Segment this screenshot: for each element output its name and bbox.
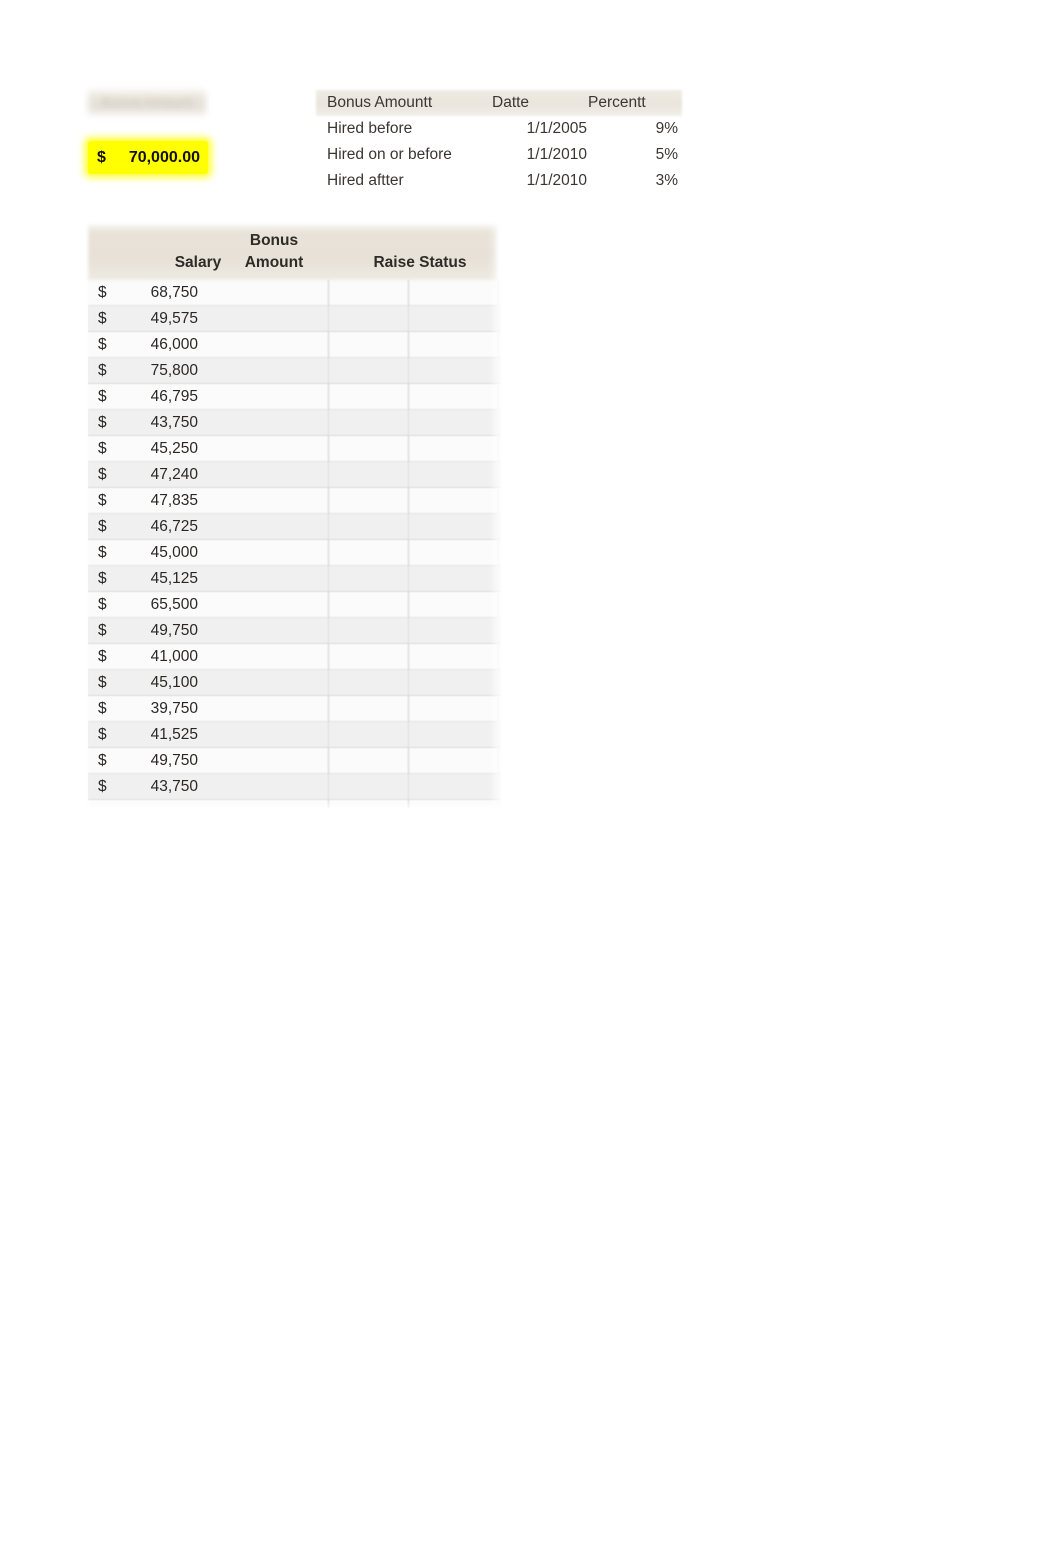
reference-row-criteria: Hired on or before — [327, 146, 452, 163]
column-header-bonus-amount-line2: Amount — [244, 254, 304, 271]
salary-cell[interactable]: 45,000 — [98, 540, 198, 566]
raise-status-cell[interactable] — [332, 592, 492, 618]
raise-status-cell[interactable] — [332, 514, 492, 540]
salary-cell[interactable]: 41,000 — [98, 644, 198, 670]
bonus-amount-cell[interactable] — [208, 566, 323, 592]
bonus-amount-cell[interactable] — [208, 306, 323, 332]
salary-cell[interactable]: 45,250 — [98, 436, 198, 462]
salary-cell[interactable]: 47,240 — [98, 462, 198, 488]
raise-status-cell[interactable] — [332, 748, 492, 774]
raise-status-cell[interactable] — [332, 358, 492, 384]
bonus-amount-cell[interactable] — [208, 488, 323, 514]
raise-status-cell[interactable] — [332, 280, 492, 306]
bonus-input-value[interactable]: 70,000.00 — [88, 141, 200, 174]
bonus-amount-cell[interactable] — [208, 332, 323, 358]
reference-row-date: 1/1/2010 — [526, 146, 587, 163]
bonus-amount-cell[interactable] — [208, 462, 323, 488]
reference-row-date: 1/1/2010 — [526, 172, 587, 189]
reference-header-criteria: Bonus Amountt — [327, 94, 433, 111]
salary-cell[interactable]: 46,000 — [98, 332, 198, 358]
bonus-amount-cell[interactable] — [208, 410, 323, 436]
salary-cell[interactable]: 39,750 — [98, 696, 198, 722]
salary-cell[interactable]: 46,795 — [98, 384, 198, 410]
raise-status-cell[interactable] — [332, 644, 492, 670]
bonus-amount-cell[interactable] — [208, 670, 323, 696]
raise-status-cell[interactable] — [332, 618, 492, 644]
bonus-amount-cell[interactable] — [208, 514, 323, 540]
bonus-amount-cell[interactable] — [208, 384, 323, 410]
raise-status-cell[interactable] — [332, 774, 492, 800]
salary-cell[interactable]: 41,525 — [98, 722, 198, 748]
bonus-amount-cell[interactable] — [208, 280, 323, 306]
raise-status-cell[interactable] — [332, 566, 492, 592]
raise-status-cell[interactable] — [332, 306, 492, 332]
raise-status-cell[interactable] — [332, 384, 492, 410]
salary-cell[interactable]: 68,750 — [98, 280, 198, 306]
salary-cell[interactable]: 49,575 — [98, 306, 198, 332]
reference-header-percent: Percentt — [588, 94, 646, 111]
bonus-amount-cell[interactable] — [208, 774, 323, 800]
reference-header-date: Datte — [492, 94, 530, 111]
raise-status-cell[interactable] — [332, 722, 492, 748]
reference-row-date: 1/1/2005 — [526, 120, 587, 137]
column-header-bonus-amount-line1: Bonus — [249, 232, 299, 249]
bonus-reference-table: Bonus Amountt Datte Percentt Hired befor… — [316, 90, 682, 194]
salary-cell[interactable]: 65,500 — [98, 592, 198, 618]
bonus-amount-cell[interactable] — [208, 696, 323, 722]
reference-row-criteria: Hired aftter — [327, 172, 404, 189]
raise-status-cell[interactable] — [332, 540, 492, 566]
salary-cell[interactable]: 43,750 — [98, 774, 198, 800]
bonus-amount-cell[interactable] — [208, 618, 323, 644]
raise-status-cell[interactable] — [332, 696, 492, 722]
raise-status-cell[interactable] — [332, 462, 492, 488]
salary-cell[interactable]: 43,750 — [98, 410, 198, 436]
raise-status-cell[interactable] — [332, 410, 492, 436]
column-header-raise-status: Raise Status — [373, 254, 467, 271]
bonus-amount-cell[interactable] — [208, 748, 323, 774]
bonus-amount-cell[interactable] — [208, 358, 323, 384]
reference-row-criteria: Hired before — [327, 120, 413, 137]
reference-row-percent: 9% — [655, 120, 678, 137]
bonus-amount-cell[interactable] — [208, 540, 323, 566]
raise-status-cell[interactable] — [332, 436, 492, 462]
raise-status-cell[interactable] — [332, 332, 492, 358]
salary-cell[interactable]: 45,125 — [98, 566, 198, 592]
bonus-amount-cell[interactable] — [208, 592, 323, 618]
reference-row-percent: 3% — [655, 172, 678, 189]
salary-cell[interactable]: 49,750 — [98, 748, 198, 774]
raise-status-cell[interactable] — [332, 670, 492, 696]
bonus-amount-cell[interactable] — [208, 644, 323, 670]
bonus-input-label: Bonus Amount — [101, 94, 193, 110]
salary-cell[interactable]: 45,100 — [98, 670, 198, 696]
salary-cell[interactable]: 49,750 — [98, 618, 198, 644]
raise-status-cell[interactable] — [332, 488, 492, 514]
bonus-amount-cell[interactable] — [208, 436, 323, 462]
reference-row-percent: 5% — [655, 146, 678, 163]
salary-cell[interactable]: 46,725 — [98, 514, 198, 540]
salary-cell[interactable]: 75,800 — [98, 358, 198, 384]
bonus-amount-cell[interactable] — [208, 722, 323, 748]
salary-cell[interactable]: 47,835 — [98, 488, 198, 514]
bonus-input-block: Bonus Amount $ 70,000.00 — [88, 90, 208, 184]
column-header-bonus-amount: Bonus Amount — [214, 230, 334, 274]
salary-data-table: Salary Bonus Amount Raise Status $68,750… — [78, 222, 500, 810]
